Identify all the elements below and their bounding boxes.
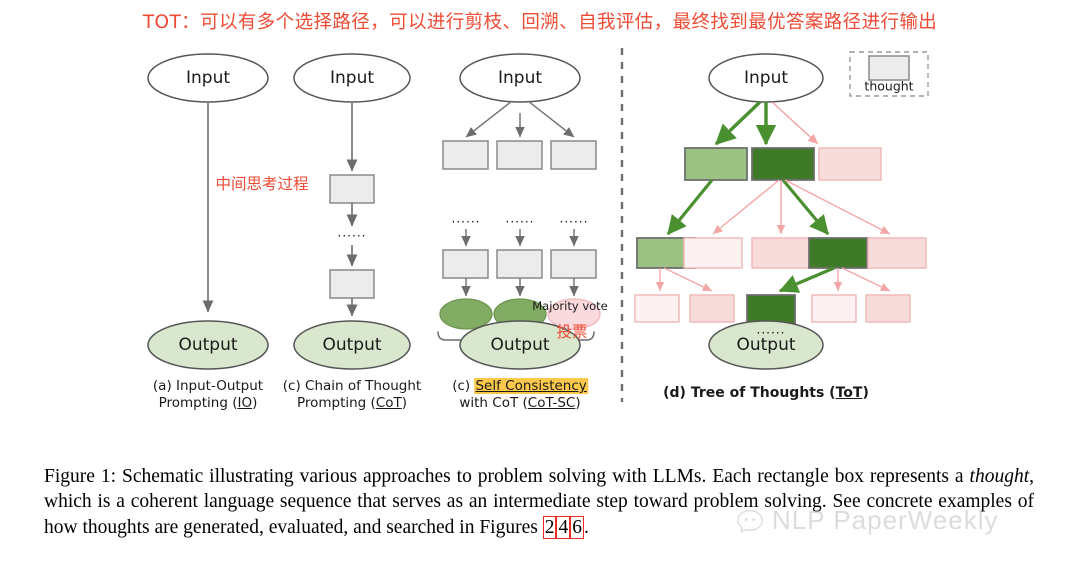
tot-node-l3-d	[811, 294, 857, 323]
caption-io-line2-pre: Prompting (	[158, 395, 238, 411]
cotsc-branch-left	[465, 100, 513, 138]
tot-node-l1-b	[751, 147, 815, 181]
caption-cot-line2-post: )	[401, 395, 408, 411]
cotsc-branch-right	[527, 100, 575, 138]
caption-ref-4[interactable]: 4	[556, 515, 571, 539]
caption-cotsc-line2-pre: with CoT (	[459, 395, 528, 411]
caption-cotsc-line2: with CoT (CoT-SC)	[452, 395, 588, 412]
caption-ref-6[interactable]: 6	[570, 515, 584, 539]
caption-cot-line2: Prompting (CoT)	[283, 395, 421, 412]
tot-node-l2-d	[808, 237, 868, 269]
caption-cotsc-prefix: (c)	[452, 378, 475, 394]
io-red-annotation: 中间思考过程	[215, 175, 309, 193]
tot-node-l2-b	[683, 237, 743, 269]
tot-node-l3-a	[634, 294, 680, 323]
cotsc-thought-box-r1c3	[550, 140, 597, 170]
cotsc-input-ellipse	[459, 53, 581, 103]
caption-cot-line1: (c) Chain of Thought	[282, 378, 422, 394]
tot-node-l3-b	[689, 294, 735, 323]
tot-node-l2-c	[751, 237, 811, 269]
caption-cotsc-abbr: CoT-SC	[527, 395, 576, 411]
tot-edge-l1a-l2a	[666, 178, 714, 236]
tot-input-ellipse	[708, 53, 824, 103]
caption-io-line2-post: )	[252, 395, 258, 411]
caption-cot-abbr: CoT	[375, 395, 402, 411]
panel-io-graphics	[147, 53, 269, 370]
cot-input-ellipse	[293, 53, 411, 103]
tot-node-l1-c	[818, 147, 882, 181]
caption-panel-tot: (d) Tree of Thoughts (ToT)	[663, 385, 869, 402]
caption-io-line1: (a) Input-Output	[152, 378, 264, 394]
io-input-ellipse	[147, 53, 269, 103]
caption-ref-2[interactable]: 2	[542, 515, 557, 539]
figure-screenshot: TOT：可以有多个选择路径，可以进行剪枝、回溯、自我评估，最终找到最优答案路径进…	[0, 0, 1080, 571]
tot-edge-l2d-l3e	[841, 267, 891, 292]
cotsc-answer-ellipse-1	[439, 298, 493, 330]
caption-tot-abbr: ToT	[835, 385, 863, 401]
cotsc-thought-box-r2c3	[550, 249, 597, 279]
tot-legend-label: thought	[864, 78, 914, 94]
caption-italic-thought: thought	[969, 465, 1030, 487]
caption-panel-io: (a) Input-Output Prompting (IO)	[153, 378, 263, 412]
figure-caption: Figure 1: Schematic illustrating various…	[44, 464, 1034, 541]
tot-edge-root-l1c	[771, 101, 819, 145]
cotsc-ellipsis-1: ······	[451, 215, 481, 229]
caption-tot-post: )	[862, 385, 869, 401]
figure-canvas: Input Output 中间思考过程 Input Output ······ …	[0, 44, 1080, 434]
cot-ellipsis: ······	[337, 229, 367, 243]
caption-cotsc-line1: (c) Self Consistency	[452, 378, 588, 395]
tot-edge-l1b-l2b	[712, 179, 780, 235]
tot-node-l1-a	[684, 147, 748, 181]
tot-edge-root-l1a	[714, 100, 762, 146]
caption-tot-line: (d) Tree of Thoughts (ToT)	[663, 385, 869, 402]
tot-edge-l2a-l3b	[663, 267, 713, 292]
caption-seg1: Figure 1: Schematic illustrating various…	[44, 465, 970, 487]
caption-seg3: .	[583, 516, 589, 538]
cotsc-thought-box-r2c1	[442, 249, 489, 279]
figure-vector-layer	[147, 48, 929, 402]
panel-cot-graphics	[293, 53, 411, 370]
cotsc-red-annotation: 投票	[556, 323, 588, 341]
caption-tot-pre: (d) Tree of Thoughts (	[663, 385, 836, 401]
caption-cotsc-line2-post: )	[575, 395, 581, 411]
cotsc-ellipsis-2: ······	[505, 215, 535, 229]
cotsc-thought-box-r1c2	[496, 140, 543, 170]
tot-edge-l2d-l3c	[778, 266, 835, 293]
tot-node-l3-c	[746, 294, 796, 325]
cotsc-thought-box-r1c1	[442, 140, 489, 170]
red-headline-annotation: TOT：可以有多个选择路径，可以进行剪枝、回溯、自我评估，最终找到最优答案路径进…	[142, 12, 938, 33]
cot-thought-box-2	[329, 269, 375, 299]
cotsc-majority-vote-label: Majority vote	[532, 299, 608, 313]
tot-edge-l1b-l2e	[784, 179, 891, 235]
io-output-ellipse	[147, 320, 269, 370]
tot-legend-thought-box	[868, 55, 910, 81]
tot-ellipsis: ······	[756, 326, 786, 340]
tot-node-l3-e	[865, 294, 911, 323]
caption-cotsc-highlight: Self Consistency	[474, 378, 588, 394]
cotsc-ellipsis-3: ······	[559, 215, 589, 229]
cot-output-ellipse	[293, 320, 411, 370]
cotsc-thought-box-r2c2	[496, 249, 543, 279]
caption-io-abbr: IO	[237, 395, 253, 411]
caption-io-line2: Prompting (IO)	[153, 395, 263, 412]
caption-cot-line2-pre: Prompting (	[296, 395, 376, 411]
caption-panel-cotsc: (c) Self Consistency with CoT (CoT-SC)	[452, 378, 588, 412]
cot-thought-box-1	[329, 174, 375, 204]
tot-node-l2-e	[867, 237, 927, 269]
tot-edge-l1b-l2d	[781, 178, 830, 236]
panel-tot-graphics	[634, 51, 929, 370]
caption-panel-cot: (c) Chain of Thought Prompting (CoT)	[283, 378, 421, 412]
